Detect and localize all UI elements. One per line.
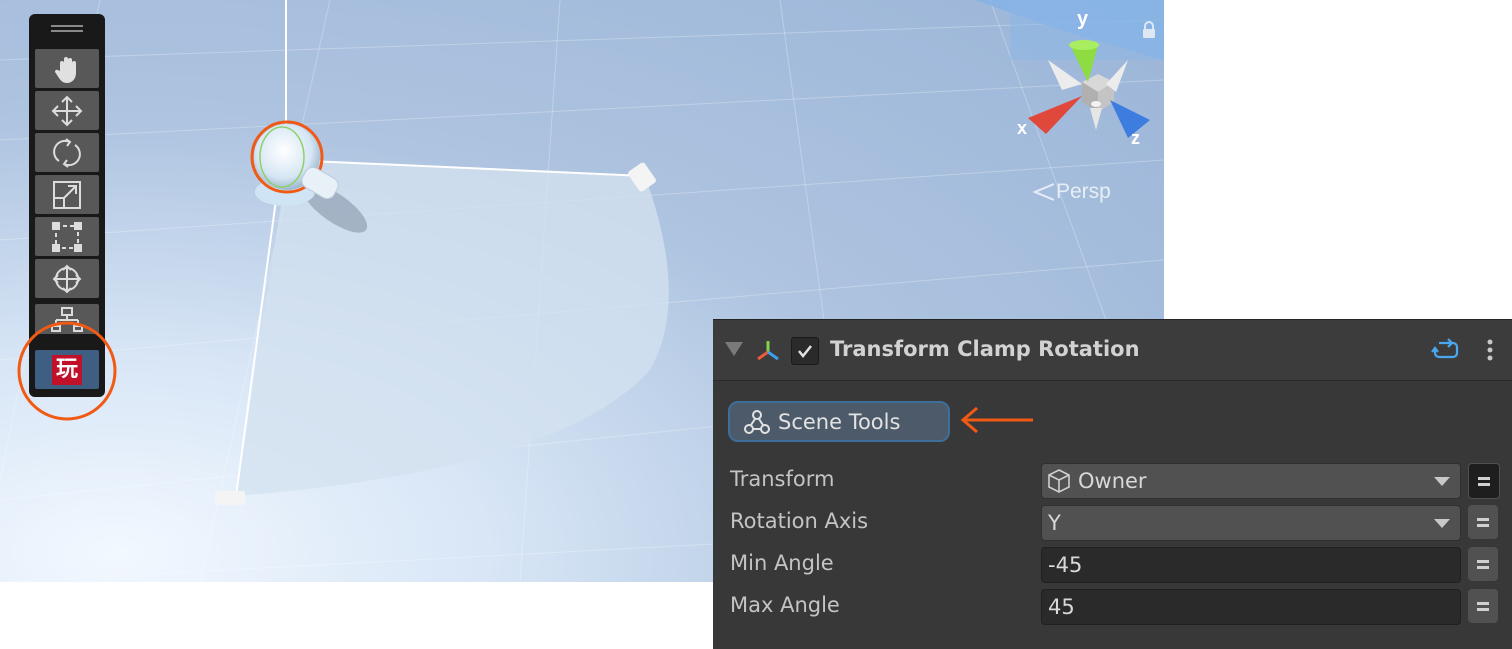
checkmark-icon: [798, 345, 812, 359]
highlight-circle: [17, 321, 117, 421]
dropdown-arrow-icon: [1434, 519, 1450, 528]
transform-link-button[interactable]: [1468, 463, 1500, 499]
min-angle-value: -45: [1048, 553, 1083, 577]
max-angle-label: Max Angle: [730, 593, 840, 617]
scale-icon: [53, 180, 81, 209]
gizmo-z-label: z: [1131, 128, 1140, 148]
enabled-checkbox[interactable]: [791, 337, 819, 365]
rotation-axis-link-button[interactable]: [1468, 505, 1498, 539]
more-options-icon[interactable]: [1485, 338, 1495, 364]
transform-object-field[interactable]: Owner: [1041, 463, 1461, 499]
hand-icon: [54, 56, 76, 83]
rotate-tool-button[interactable]: [35, 133, 99, 172]
max-angle-link-button[interactable]: [1468, 589, 1498, 623]
drag-grip-icon[interactable]: [51, 25, 83, 33]
scene-tools-label: Scene Tools: [778, 409, 901, 434]
rect-tool-button[interactable]: [35, 217, 99, 256]
max-angle-input[interactable]: 45: [1041, 589, 1461, 625]
rotation-axis-label: Rotation Axis: [730, 509, 869, 533]
transform-icon: [52, 264, 82, 293]
perspective-icon: [1032, 183, 1055, 201]
scene-tools-icon: [744, 409, 770, 434]
transform-tool-button[interactable]: [35, 259, 99, 298]
foldout-arrow-icon[interactable]: [725, 342, 743, 356]
lock-icon[interactable]: [1141, 21, 1157, 43]
rotation-axis-value: Y: [1048, 511, 1061, 535]
projection-label: Persp: [1056, 180, 1111, 203]
scale-tool-button[interactable]: [35, 175, 99, 214]
equals-icon: [1477, 599, 1489, 614]
rotate-icon: [53, 137, 81, 168]
rotation-axis-dropdown[interactable]: Y: [1041, 505, 1461, 541]
equals-icon: [1478, 474, 1490, 489]
max-angle-value: 45: [1048, 595, 1075, 619]
gizmo-x-label: x: [1017, 118, 1028, 138]
min-angle-label: Min Angle: [730, 551, 834, 575]
projection-toggle[interactable]: Persp: [1032, 180, 1111, 204]
hand-tool-button[interactable]: [35, 49, 99, 88]
inspector-panel: Transform Clamp Rotation Scene Tools Tra…: [713, 319, 1512, 649]
preset-icon[interactable]: [1431, 337, 1461, 363]
dropdown-arrow-icon: [1434, 477, 1450, 486]
move-arrows-icon: [51, 95, 83, 126]
min-angle-input[interactable]: -45: [1041, 547, 1461, 583]
equals-icon: [1477, 557, 1489, 572]
min-angle-link-button[interactable]: [1468, 547, 1498, 581]
component-title: Transform Clamp Rotation: [830, 337, 1140, 361]
equals-icon: [1477, 515, 1489, 530]
pointer-arrow-icon: [960, 406, 1033, 434]
component-header[interactable]: Transform Clamp Rotation: [713, 319, 1512, 381]
transform-value: Owner: [1078, 469, 1147, 493]
move-tool-button[interactable]: [35, 91, 99, 130]
scene-tools-button[interactable]: Scene Tools: [728, 401, 950, 442]
cube-icon: [1048, 469, 1070, 493]
gizmo-y-label: y: [1077, 8, 1089, 30]
transform-label: Transform: [730, 467, 835, 491]
rect-transform-icon: [52, 221, 82, 252]
transform-component-icon: [757, 341, 779, 361]
